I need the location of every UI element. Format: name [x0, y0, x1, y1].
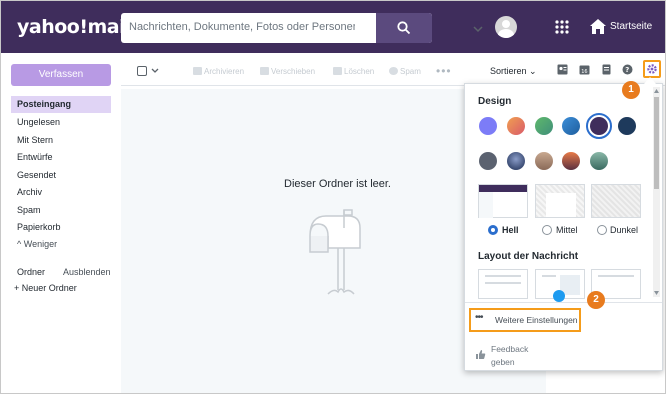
step-badge-1: 1: [622, 81, 640, 99]
svg-text:16: 16: [581, 69, 587, 75]
panel-scrollbar[interactable]: [653, 87, 660, 297]
theme-swatch-green[interactable]: [535, 117, 553, 135]
theme-swatch-purple[interactable]: [590, 117, 608, 135]
search-button[interactable]: [376, 13, 432, 43]
panel-divider: [465, 302, 662, 303]
spam-button[interactable]: Spam: [389, 67, 421, 76]
more-actions-icon[interactable]: •••: [436, 64, 452, 78]
layout-option-1[interactable]: [478, 269, 528, 299]
folder-trash[interactable]: Papierkorb: [11, 219, 111, 236]
panel-pointer: [644, 77, 656, 84]
folder-unread[interactable]: Ungelesen: [11, 114, 111, 131]
thumbs-up-icon: [476, 350, 486, 359]
chevron-down-icon[interactable]: [472, 23, 484, 35]
hide-folders-link[interactable]: Ausblenden: [63, 267, 111, 277]
layout-selected-icon: [553, 290, 565, 302]
gear-icon[interactable]: [646, 63, 658, 75]
theme-swatch-sunrise-photo[interactable]: [562, 152, 580, 170]
chevron-up-icon: ^: [17, 239, 22, 249]
yahoo-mail-logo[interactable]: yahoo!mail: [17, 16, 132, 38]
new-folder-link[interactable]: + Neuer Ordner: [14, 283, 77, 293]
sort-dropdown[interactable]: Sortieren ⌄: [490, 66, 537, 77]
show-less-toggle[interactable]: ^ Weniger: [17, 239, 57, 249]
theme-label-medium: Mittel: [556, 225, 578, 235]
select-all-checkbox[interactable]: [137, 66, 147, 76]
theme-radio-light[interactable]: [488, 225, 498, 235]
theme-swatch-night-photo[interactable]: [507, 152, 525, 170]
delete-button[interactable]: Löschen: [333, 67, 374, 76]
spam-label: Spam: [400, 67, 421, 76]
more-dots-icon: •••: [475, 312, 483, 323]
theme-swatch-slate[interactable]: [479, 152, 497, 170]
show-less-label: Weniger: [23, 239, 58, 249]
trash-icon: [333, 67, 342, 75]
svg-text:?: ?: [625, 66, 629, 74]
theme-swatch-blue-purple[interactable]: [479, 117, 497, 135]
apps-grid-icon[interactable]: [554, 19, 570, 35]
theme-swatch-navy[interactable]: [618, 117, 636, 135]
archive-icon: [193, 67, 202, 75]
delete-label: Löschen: [344, 67, 375, 76]
folder-drafts[interactable]: Entwürfe: [11, 149, 111, 166]
design-heading: Design: [478, 96, 512, 107]
archive-button[interactable]: Archivieren: [193, 67, 244, 76]
theme-label-dark: Dunkel: [610, 225, 639, 235]
step-badge-2: 2: [587, 291, 605, 309]
home-icon[interactable]: [589, 18, 607, 35]
theme-swatch-desert-photo[interactable]: [535, 152, 553, 170]
mailbox-illustration-icon: [309, 209, 361, 295]
sort-label: Sortieren: [490, 66, 527, 76]
folder-move-icon: [260, 67, 269, 75]
search-icon: [397, 21, 411, 35]
empty-folder-message: Dieser Ordner ist leer.: [284, 178, 391, 190]
chevron-down-icon[interactable]: [151, 68, 159, 74]
shield-icon: [389, 67, 398, 75]
more-settings-link[interactable]: Weitere Einstellungen: [495, 315, 578, 325]
theme-swatch-blue[interactable]: [562, 117, 580, 135]
layout-heading: Layout der Nachricht: [478, 251, 579, 262]
theme-radio-medium[interactable]: [542, 225, 552, 235]
feedback-link-line2[interactable]: geben: [491, 357, 515, 367]
theme-swatch-sunset[interactable]: [507, 117, 525, 135]
folder-spam[interactable]: Spam: [11, 202, 111, 219]
folder-starred[interactable]: Mit Stern: [11, 132, 111, 149]
calendar-icon[interactable]: 16: [579, 64, 590, 75]
theme-card-light[interactable]: [478, 184, 528, 218]
search-placeholder: Nachrichten, Dokumente, Fotos oder Perso…: [129, 21, 355, 33]
help-icon[interactable]: ?: [622, 64, 633, 75]
folder-sent[interactable]: Gesendet: [11, 167, 111, 184]
contacts-icon[interactable]: [557, 64, 568, 75]
folders-heading: Ordner: [17, 267, 46, 277]
theme-card-medium[interactable]: [535, 184, 585, 218]
app-frame: yahoo!mail Nachrichten, Dokumente, Fotos…: [0, 0, 666, 394]
archive-label: Archivieren: [204, 67, 245, 76]
feedback-link[interactable]: Feedback: [491, 344, 528, 354]
theme-radio-dark[interactable]: [597, 225, 607, 235]
theme-swatch-mountain-photo[interactable]: [590, 152, 608, 170]
folder-inbox[interactable]: Posteingang: [11, 96, 111, 113]
theme-label-light: Hell: [502, 225, 519, 235]
folder-archive[interactable]: Archiv: [11, 184, 111, 201]
home-link[interactable]: Startseite: [610, 21, 652, 32]
compose-button[interactable]: Verfassen: [11, 64, 111, 86]
move-button[interactable]: Verschieben: [260, 67, 315, 76]
notepad-icon[interactable]: [601, 64, 612, 75]
avatar[interactable]: [495, 16, 517, 38]
theme-card-dark[interactable]: [591, 184, 641, 218]
move-label: Verschieben: [271, 67, 316, 76]
